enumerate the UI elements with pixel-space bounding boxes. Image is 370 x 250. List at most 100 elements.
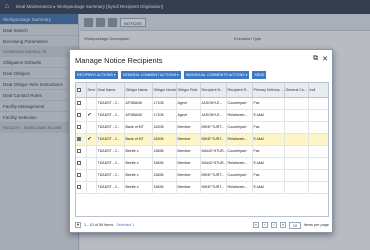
close-icon[interactable]: ✕ (322, 55, 328, 63)
cell-primary-delivery: Fax (252, 121, 285, 134)
column-header-sent[interactable]: Sent (86, 83, 97, 98)
column-header-recipient-name[interactable]: Recipient N... (200, 83, 227, 98)
last-page-icon[interactable]: » (279, 222, 286, 228)
cell-sent: ✔ (86, 109, 97, 122)
column-header-obligor-role[interactable]: Obligor Role (176, 83, 201, 98)
cell-sent (86, 169, 97, 182)
cell-individual (308, 97, 328, 110)
cell-sent (86, 97, 97, 110)
cell-obligor-role: Member (176, 181, 201, 194)
cell-obligor-role: Member (176, 133, 201, 146)
column-header-select[interactable] (76, 83, 87, 98)
cell-obligor-number: 17108 (152, 97, 177, 110)
cell-sent (86, 145, 97, 158)
page-size-select[interactable]: 10 (288, 221, 301, 229)
table-row[interactable]: TDADST - 2... Beetle x 15836 Member MAUD^STU… (76, 157, 328, 170)
export-icon[interactable]: ⧉ (313, 55, 318, 63)
row-checkbox[interactable] (77, 113, 81, 118)
row-checkbox[interactable] (77, 149, 81, 154)
cell-select[interactable] (76, 121, 87, 134)
column-header-obligor-number[interactable]: Obligor Number (152, 83, 177, 98)
cell-individual (308, 133, 328, 146)
cell-obligor-name: Bank of MT (124, 133, 153, 146)
cell-individual (308, 157, 328, 170)
send-button[interactable]: SEND (252, 71, 267, 79)
cell-recipient-name: JASON^LE... (200, 97, 227, 110)
cell-obligor-role: Member (176, 121, 201, 134)
row-checkbox[interactable] (77, 161, 81, 166)
table-row[interactable]: TDADST - 2... Bank of MT 16208 Member MIKE^T… (76, 121, 328, 134)
table-row[interactable]: TDADST - 2... Beetle x 15836 Member MAUD^STU… (76, 145, 328, 158)
table-row[interactable]: TDADST - 2... Beetle x 15836 Member MIKE^TUR… (76, 181, 328, 194)
cell-obligor-number: 15836 (152, 145, 177, 158)
cell-select[interactable] (76, 157, 87, 170)
row-checkbox[interactable] (77, 125, 81, 130)
row-checkbox[interactable] (77, 185, 81, 190)
cell-general-comment (284, 181, 309, 194)
next-page-icon[interactable]: › (270, 222, 277, 228)
cell-recipient-name: MIKE^TURT... (200, 121, 227, 134)
cell-deal-name: TDADST - 2... (96, 133, 125, 146)
cell-select[interactable] (76, 145, 87, 158)
cell-sent (86, 157, 97, 170)
general-comment-actions-button[interactable]: GENERAL COMMENT ACTIONS ▾ (120, 71, 181, 79)
dialog-title: Manage Notice Recipients (75, 56, 163, 65)
cell-obligor-number: 15836 (152, 169, 177, 182)
cell-obligor-name: Beetle x (124, 169, 153, 182)
cell-obligor-name: Beetle x (124, 181, 153, 194)
row-checkbox[interactable] (77, 137, 81, 142)
first-page-icon[interactable]: « (252, 222, 259, 228)
cell-recipient-role: Counterpart (226, 145, 253, 158)
cell-select[interactable] (76, 133, 87, 146)
cell-sent (86, 181, 97, 194)
cell-select[interactable] (76, 109, 87, 122)
cell-obligor-number: 15836 (152, 157, 177, 170)
row-checkbox[interactable] (77, 173, 81, 178)
cell-deal-name: TDADST - 2... (96, 97, 125, 110)
cell-general-comment (284, 109, 309, 122)
cell-deal-name: TDADST - 2... (96, 145, 125, 158)
column-header-obligor-name[interactable]: Obligor Name (124, 83, 153, 98)
cell-individual (308, 169, 328, 182)
recipient-actions-button[interactable]: RECIPIENT ACTIONS ▾ (75, 71, 118, 79)
recipients-grid: Sent Deal Name Obligor Name Obligor Numb… (75, 82, 329, 217)
cell-obligor-name: AFSBANK (124, 109, 153, 122)
table-row[interactable]: TDADST - 2... AFSBANK 17108 Agent JASON^LE..… (76, 97, 328, 110)
cell-select[interactable] (76, 169, 87, 182)
cell-sent (86, 121, 97, 134)
cell-select[interactable] (76, 97, 87, 110)
individual-comments-actions-button[interactable]: INDIVIDUAL COMMENTS ACTIONS ▾ (183, 71, 250, 79)
table-row[interactable]: ✔ TDADST - 2... AFSBANK 17108 Agent JASON^LE.… (76, 109, 328, 122)
cell-obligor-role: Member (176, 157, 201, 170)
cell-general-comment (284, 157, 309, 170)
cell-primary-delivery: E-Mail (252, 181, 285, 194)
column-header-primary-delivery[interactable]: Primary Delivery ... (252, 83, 285, 98)
cell-general-comment (284, 97, 309, 110)
cell-recipient-name: MIKE^TURT... (200, 133, 227, 146)
prev-page-icon[interactable]: ‹ (261, 222, 268, 228)
column-header-recipient-role[interactable]: Recipient R... (226, 83, 253, 98)
column-header-general-comment[interactable]: General Co... (284, 83, 309, 98)
cell-deal-name: TDADST - 2... (96, 169, 125, 182)
column-header-deal-name[interactable]: Deal Name (96, 83, 125, 98)
cell-select[interactable] (76, 181, 87, 194)
cell-obligor-role: Agent (176, 109, 201, 122)
column-header-individual[interactable]: Indi (308, 83, 328, 98)
cell-recipient-name: MAUD^STUR... (200, 157, 227, 170)
cell-obligor-number: 16208 (152, 121, 177, 134)
cell-obligor-name: Bank of MT (124, 121, 153, 134)
table-row[interactable]: ✔ TDADST - 2... Bank of MT 16208 Member MIKE^… (76, 133, 328, 146)
grid-header-row: Sent Deal Name Obligor Name Obligor Numb… (76, 83, 328, 98)
filter-icon[interactable]: ▼ (75, 222, 81, 228)
row-checkbox[interactable] (77, 101, 81, 106)
cell-obligor-name: AFSBANK (124, 97, 153, 110)
pager-summary: 1 - 10 of 58 items (84, 223, 114, 227)
pager-selected[interactable]: Selected 1 (116, 223, 134, 227)
cell-general-comment (284, 145, 309, 158)
cell-obligor-number: 15836 (152, 181, 177, 194)
table-row[interactable]: TDADST - 2... Beetle x 15836 Member MIKE^TUR… (76, 169, 328, 182)
cell-general-comment (284, 121, 309, 134)
select-all-checkbox[interactable] (77, 87, 81, 92)
cell-recipient-name: MIKE^TURT... (200, 181, 227, 194)
cell-recipient-role: Relationsh... (226, 109, 253, 122)
